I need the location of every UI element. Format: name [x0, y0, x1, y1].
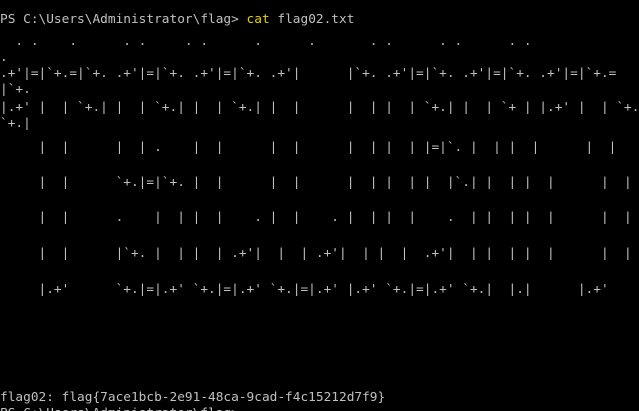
ascii-art-line: | | . | | | | . | | . | | | | . | | | | …: [0, 210, 632, 225]
terminal-window[interactable]: PS C:\Users\Administrator\flag> cat flag…: [0, 0, 639, 411]
prompt-path: PS C:\Users\Administrator\flag>: [0, 12, 247, 27]
prompt-line: PS C:\Users\Administrator\flag> cat flag…: [0, 12, 354, 28]
ascii-art-line: | | `+.|=|`+. | | | | | | | | | |`.| | |…: [0, 175, 632, 190]
command-name: cat: [246, 12, 270, 27]
ascii-art-line: | | | | . | | | | | | | | |=|`. | | | | …: [0, 140, 617, 155]
ascii-art-line: | | |`+. | | | | .+'| | | .+'| | | | .+'…: [0, 246, 632, 261]
ascii-art-line: `+.|: [0, 116, 31, 131]
ascii-art-line: . . . . . . . . . . . . . . .: [0, 34, 532, 49]
ascii-art-line: .: [0, 50, 8, 65]
ascii-art-line: |.+' | | `+.| | | `+.| | | `+.| | | | | …: [0, 100, 639, 115]
next-prompt-line: PS C:\Users\Administrator\flag>: [0, 406, 239, 411]
command-argument: flag02.txt: [269, 12, 355, 27]
flag-output: flag02: flag{7ace1bcb-2e91-48ca-9cad-f4c…: [0, 390, 386, 405]
ascii-art-line: |`+.: [0, 82, 31, 97]
ascii-art-line: |.+' `+.|=|.+' `+.|=|.+' `+.|=|.+' |.+' …: [0, 282, 609, 297]
ascii-art-line: .+'|=|`+.=|`+. .+'|=|`+. .+'|=|`+. .+'| …: [0, 66, 617, 81]
